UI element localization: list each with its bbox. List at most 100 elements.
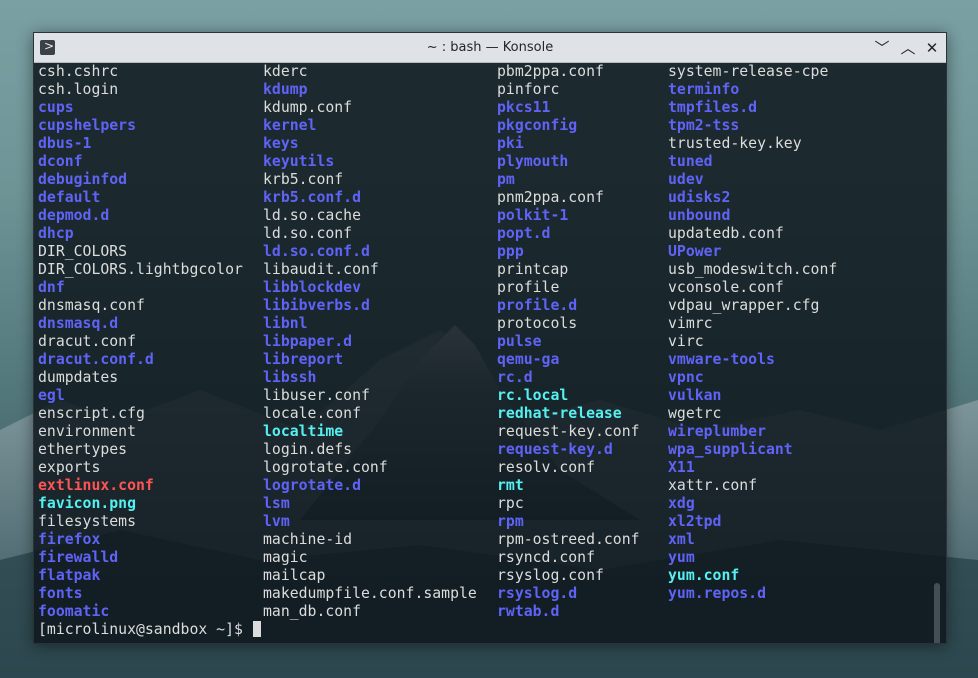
listing-entry: filesystems bbox=[38, 513, 136, 530]
listing-entry: depmod.d bbox=[38, 207, 110, 224]
listing-entry: dnsmasq.conf bbox=[38, 297, 145, 314]
listing-entry: qemu-ga bbox=[497, 351, 560, 368]
listing-column: kderc kdump kdump.conf kernel keys keyutils kr… bbox=[263, 63, 477, 621]
listing-entry: flatpak bbox=[38, 567, 101, 584]
title-bar[interactable]: > ~ : bash — Konsole ﹀ ︿ ✕ bbox=[34, 33, 946, 63]
prompt-text: [microlinux@sandbox ~]$ bbox=[38, 621, 252, 638]
listing-entry: tmpfiles.d bbox=[668, 99, 758, 116]
listing-entry: libssh bbox=[263, 369, 317, 386]
listing-entry: system-release-cpe bbox=[668, 63, 829, 80]
listing-entry: krb5.conf bbox=[263, 171, 344, 188]
listing-entry: magic bbox=[263, 549, 308, 566]
listing-entry: rpm bbox=[497, 513, 524, 530]
listing-entry: locale.conf bbox=[263, 405, 361, 422]
listing-entry: resolv.conf bbox=[497, 459, 595, 476]
listing-entry: X11 bbox=[668, 459, 695, 476]
listing-entry: cups bbox=[38, 99, 74, 116]
listing-entry: fonts bbox=[38, 585, 83, 602]
listing-entry: UPower bbox=[668, 243, 722, 260]
listing-entry: environment bbox=[38, 423, 136, 440]
listing-entry: rwtab.d bbox=[497, 603, 560, 620]
listing-entry: libnl bbox=[263, 315, 308, 332]
listing-entry: default bbox=[38, 189, 101, 206]
listing-entry: kdump bbox=[263, 81, 308, 98]
listing-entry: localtime bbox=[263, 423, 344, 440]
listing-entry: csh.cshrc bbox=[38, 63, 119, 80]
listing-entry: kderc bbox=[263, 63, 308, 80]
listing-entry: udev bbox=[668, 171, 704, 188]
listing-entry: plymouth bbox=[497, 153, 569, 170]
directory-listing: csh.cshrc csh.login cups cupshelpers dbus-1 d… bbox=[38, 63, 918, 623]
minimize-button[interactable]: ﹀ bbox=[871, 37, 893, 59]
listing-entry: virc bbox=[668, 333, 704, 350]
listing-entry: kdump.conf bbox=[263, 99, 353, 116]
listing-entry: pkcs11 bbox=[497, 99, 551, 116]
listing-entry: cupshelpers bbox=[38, 117, 136, 134]
listing-entry: terminfo bbox=[668, 81, 740, 98]
close-button[interactable]: ✕ bbox=[921, 37, 943, 59]
maximize-button[interactable]: ︿ bbox=[897, 37, 919, 59]
listing-entry: dumpdates bbox=[38, 369, 119, 386]
listing-entry: printcap bbox=[497, 261, 569, 278]
listing-column: system-release-cpe terminfo tmpfiles.d tpm2… bbox=[668, 63, 837, 603]
listing-entry: lsm bbox=[263, 495, 290, 512]
listing-entry: profile bbox=[497, 279, 560, 296]
listing-entry: request-key.conf bbox=[497, 423, 640, 440]
listing-entry: krb5.conf.d bbox=[263, 189, 361, 206]
listing-entry: unbound bbox=[668, 207, 731, 224]
scrollbar[interactable] bbox=[934, 583, 940, 643]
listing-entry: DIR_COLORS bbox=[38, 243, 128, 260]
listing-entry: makedumpfile.conf.sample bbox=[263, 585, 477, 602]
listing-entry: yum.repos.d bbox=[668, 585, 766, 602]
listing-entry: firefox bbox=[38, 531, 101, 548]
shell-prompt[interactable]: [microlinux@sandbox ~]$ bbox=[38, 621, 261, 639]
listing-entry: yum.conf bbox=[668, 567, 740, 584]
listing-entry: ld.so.cache bbox=[263, 207, 361, 224]
listing-entry: logrotate.d bbox=[263, 477, 361, 494]
listing-entry: vpnc bbox=[668, 369, 704, 386]
listing-entry: rsyslog.d bbox=[497, 585, 578, 602]
listing-entry: mailcap bbox=[263, 567, 326, 584]
listing-entry: wgetrc bbox=[668, 405, 722, 422]
listing-entry: man_db.conf bbox=[263, 603, 361, 620]
konsole-window: > ~ : bash — Konsole ﹀ ︿ ✕ csh.cshrc csh.… bbox=[33, 32, 947, 644]
listing-entry: ld.so.conf bbox=[263, 225, 353, 242]
listing-entry: rc.local bbox=[497, 387, 569, 404]
listing-entry: pinforc bbox=[497, 81, 560, 98]
listing-entry: rsyslog.conf bbox=[497, 567, 604, 584]
listing-entry: xattr.conf bbox=[668, 477, 758, 494]
listing-entry: ethertypes bbox=[38, 441, 128, 458]
listing-entry: pulse bbox=[497, 333, 542, 350]
listing-entry: machine-id bbox=[263, 531, 353, 548]
listing-entry: trusted-key.key bbox=[668, 135, 802, 152]
listing-entry: dnsmasq.d bbox=[38, 315, 119, 332]
listing-entry: pkgconfig bbox=[497, 117, 578, 134]
listing-entry: usb_modeswitch.conf bbox=[668, 261, 838, 278]
listing-entry: favicon.png bbox=[38, 495, 136, 512]
listing-entry: dnf bbox=[38, 279, 65, 296]
listing-entry: popt.d bbox=[497, 225, 551, 242]
listing-entry: rc.d bbox=[497, 369, 533, 386]
listing-entry: DIR_COLORS.lightbgcolor bbox=[38, 261, 243, 278]
listing-entry: egl bbox=[38, 387, 65, 404]
listing-column: pbm2ppa.conf pinforc pkcs11 pkgconfig pki ply… bbox=[497, 63, 640, 621]
listing-entry: protocols bbox=[497, 315, 578, 332]
terminal-area[interactable]: csh.cshrc csh.login cups cupshelpers dbus-1 d… bbox=[34, 63, 946, 643]
listing-entry: xl2tpd bbox=[668, 513, 722, 530]
listing-entry: foomatic bbox=[38, 603, 110, 620]
listing-entry: exports bbox=[38, 459, 101, 476]
listing-entry: extlinux.conf bbox=[38, 477, 154, 494]
listing-entry: pki bbox=[497, 135, 524, 152]
listing-entry: wpa_supplicant bbox=[668, 441, 793, 458]
listing-entry: lvm bbox=[263, 513, 290, 530]
listing-entry: libblockdev bbox=[263, 279, 361, 296]
listing-entry: pm bbox=[497, 171, 515, 188]
listing-entry: dbus-1 bbox=[38, 135, 92, 152]
listing-entry: keys bbox=[263, 135, 299, 152]
listing-entry: dconf bbox=[38, 153, 83, 170]
listing-entry: profile.d bbox=[497, 297, 578, 314]
listing-entry: udisks2 bbox=[668, 189, 731, 206]
listing-entry: ld.so.conf.d bbox=[263, 243, 370, 260]
listing-entry: vmware-tools bbox=[668, 351, 775, 368]
window-title: ~ : bash — Konsole bbox=[426, 40, 554, 55]
